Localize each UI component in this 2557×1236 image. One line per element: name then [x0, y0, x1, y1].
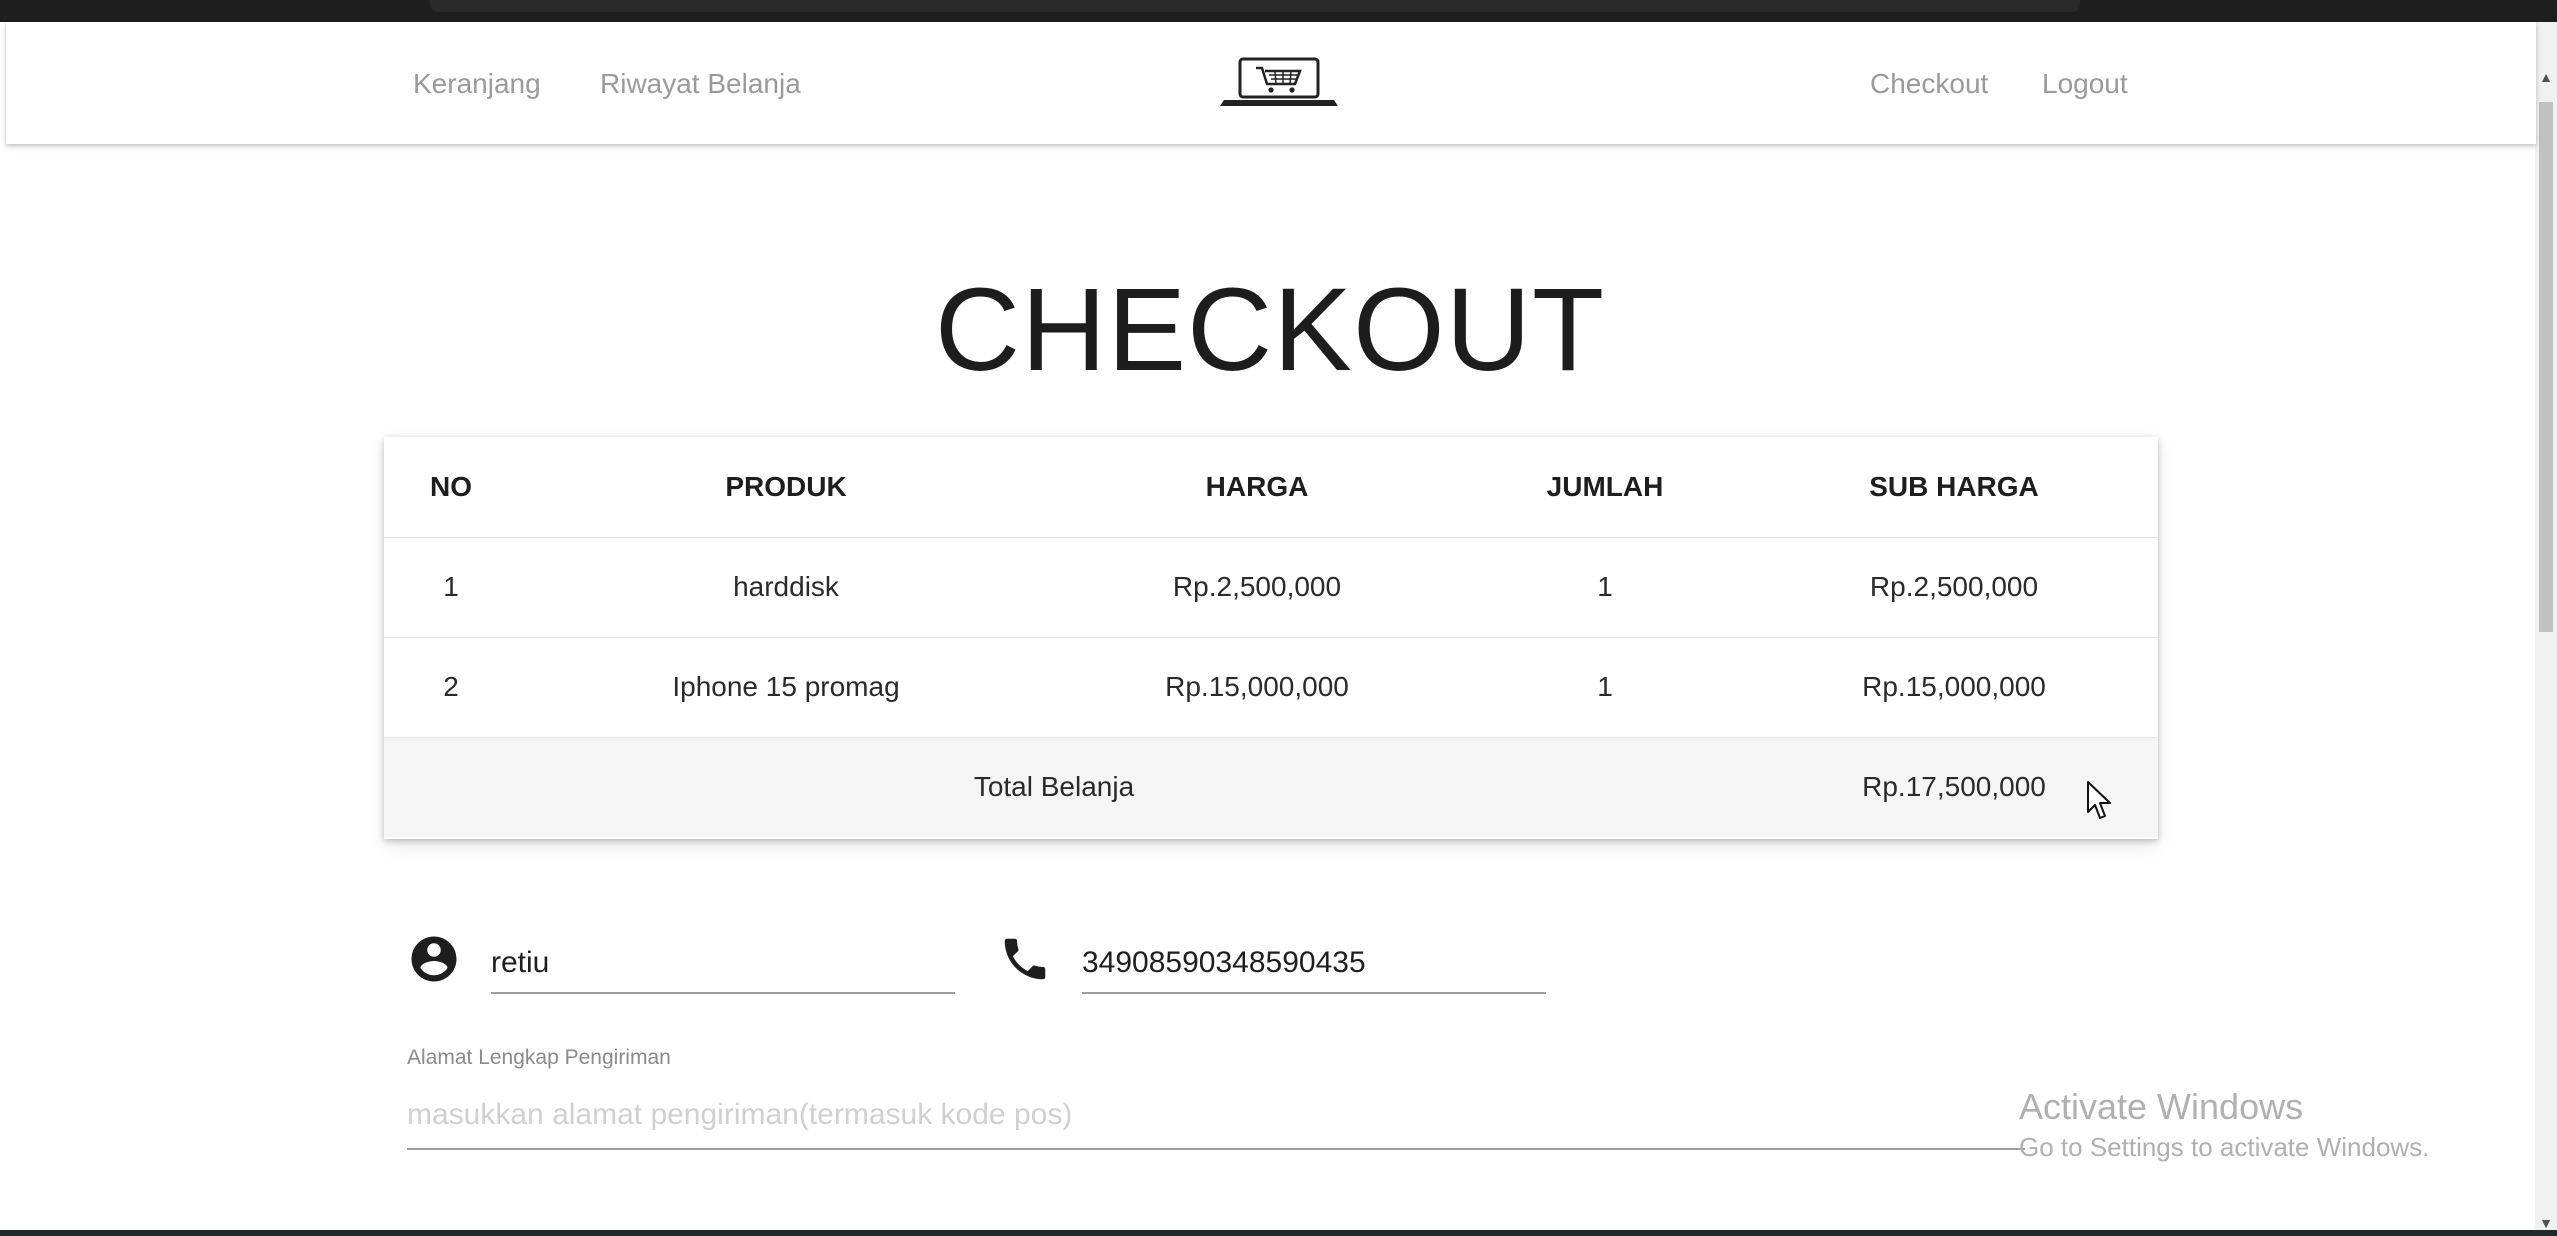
header-sub-harga: SUB HARGA — [1750, 437, 2158, 538]
scrollbar-thumb[interactable] — [2539, 102, 2553, 632]
header-harga: HARGA — [1054, 437, 1460, 538]
name-field — [407, 922, 957, 1006]
browser-top-bar — [430, 0, 2080, 12]
alamat-input[interactable] — [407, 1082, 2025, 1150]
name-input[interactable] — [491, 934, 955, 994]
nav-logout-link[interactable]: Logout — [2042, 68, 2128, 100]
cell-harga: Rp.15,000,000 — [1054, 637, 1460, 738]
total-label: Total Belanja — [518, 737, 1460, 837]
cell-sub-harga: Rp.15,000,000 — [1750, 637, 2158, 738]
table-header-row: NO PRODUK HARGA JUMLAH SUB HARGA — [384, 437, 2158, 538]
alamat-label: Alamat Lengkap Pengiriman — [407, 1046, 671, 1069]
cell-produk: Iphone 15 promag — [518, 637, 1054, 738]
cell-no: 2 — [384, 637, 518, 738]
total-spacer-2 — [1460, 737, 1750, 837]
windows-activation-subtitle: Go to Settings to activate Windows. — [2019, 1132, 2430, 1162]
checkout-table-card: NO PRODUK HARGA JUMLAH SUB HARGA 1 hardd… — [384, 437, 2158, 839]
total-row: Total Belanja Rp.17,500,000 — [384, 737, 2158, 837]
scroll-up-arrow-icon[interactable]: ▲ — [2535, 66, 2557, 88]
cell-jumlah: 1 — [1460, 537, 1750, 638]
navbar: Keranjang Riwayat Belanja Checkout Logou… — [6, 22, 2536, 144]
cell-sub-harga: Rp.2,500,000 — [1750, 537, 2158, 638]
cell-jumlah: 1 — [1460, 637, 1750, 738]
page-title: CHECKOUT — [934, 264, 1606, 396]
total-spacer — [384, 737, 518, 837]
page-scrollbar[interactable]: ▲ ▼ — [2535, 22, 2557, 1234]
nav-keranjang-link[interactable]: Keranjang — [413, 68, 541, 100]
taskbar-strip — [0, 1230, 2557, 1236]
phone-icon — [1004, 938, 1046, 980]
phone-input[interactable] — [1082, 934, 1546, 994]
nav-riwayat-belanja-link[interactable]: Riwayat Belanja — [600, 68, 801, 100]
browser-top-strip — [0, 0, 2557, 22]
account-circle-icon — [411, 936, 457, 982]
laptop-cart-icon[interactable] — [1220, 56, 1338, 108]
nav-checkout-link[interactable]: Checkout — [1870, 68, 1988, 100]
cell-produk: harddisk — [518, 537, 1054, 638]
cell-no: 1 — [384, 537, 518, 638]
mouse-cursor-icon — [2087, 781, 2111, 819]
header-no: NO — [384, 437, 518, 538]
phone-field — [998, 922, 1548, 1006]
table-row: 2 Iphone 15 promag Rp.15,000,000 1 Rp.15… — [384, 637, 2158, 738]
header-jumlah: JUMLAH — [1460, 437, 1750, 538]
table-row: 1 harddisk Rp.2,500,000 1 Rp.2,500,000 — [384, 537, 2158, 638]
cell-harga: Rp.2,500,000 — [1054, 537, 1460, 638]
header-produk: PRODUK — [518, 437, 1054, 538]
checkout-table: NO PRODUK HARGA JUMLAH SUB HARGA 1 hardd… — [384, 437, 2158, 837]
windows-activation-title: Activate Windows — [2019, 1086, 2304, 1127]
